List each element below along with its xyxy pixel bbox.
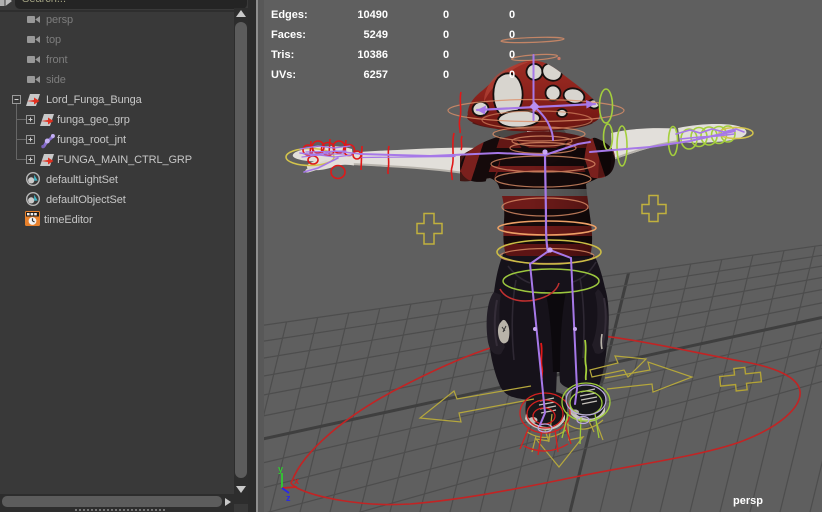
svg-text:y: y bbox=[278, 464, 283, 474]
svg-text:x: x bbox=[294, 476, 299, 486]
svg-text:z: z bbox=[286, 493, 291, 503]
